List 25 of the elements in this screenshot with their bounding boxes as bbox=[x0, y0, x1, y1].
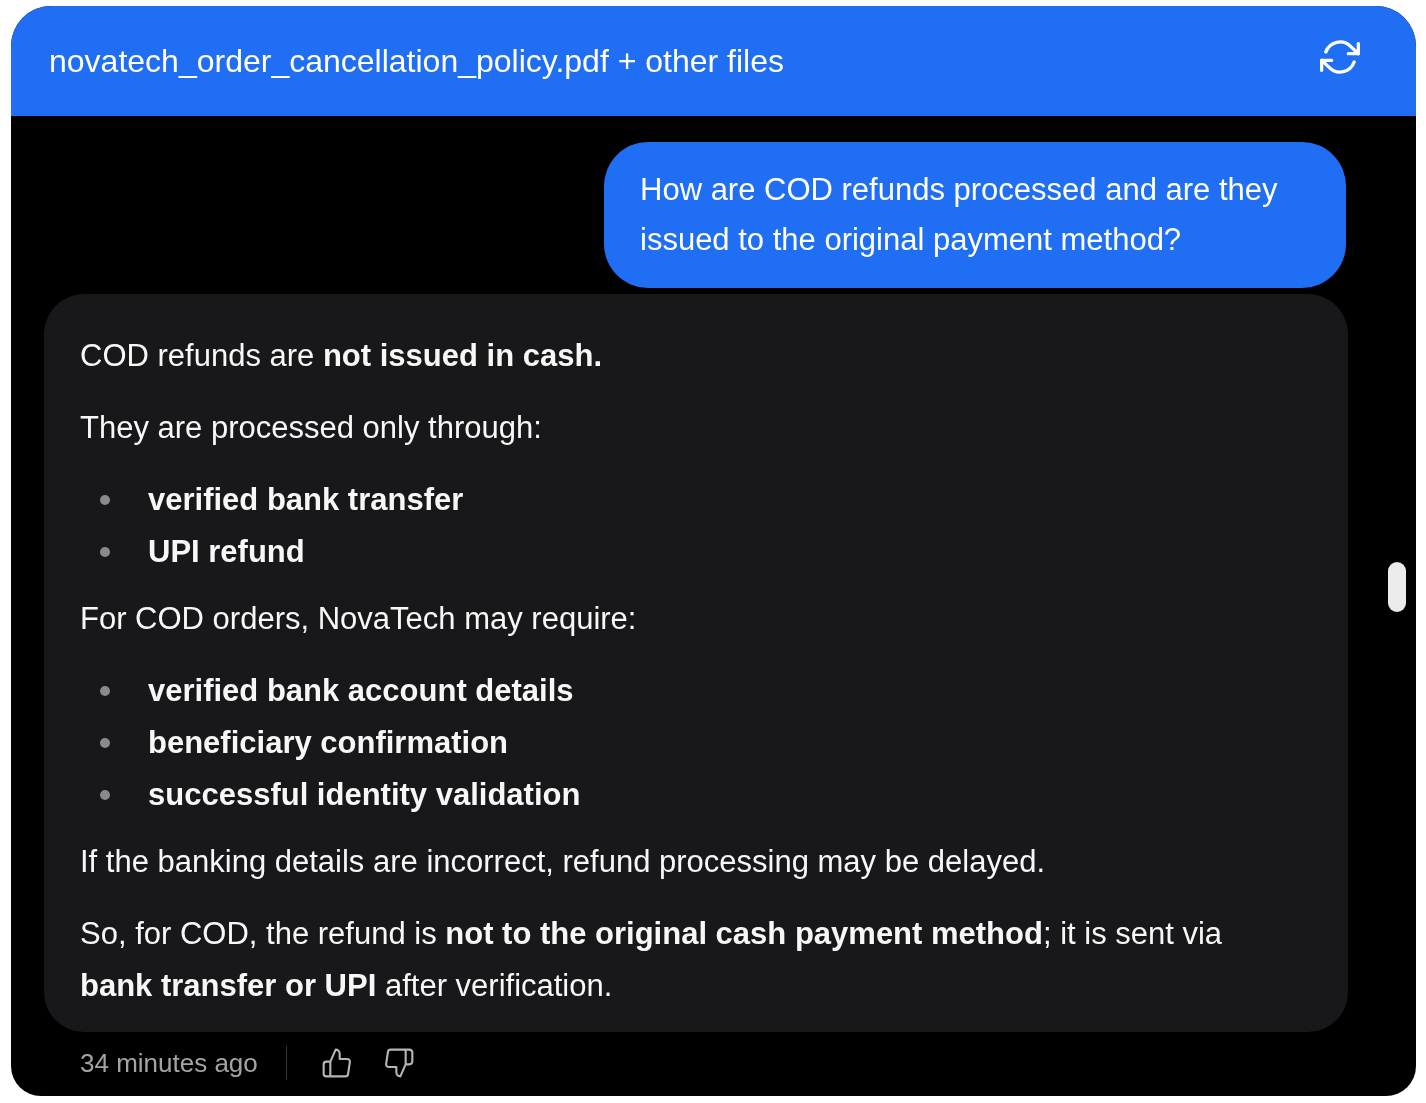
bullet-icon bbox=[100, 790, 110, 800]
bullet-icon bbox=[100, 547, 110, 557]
list-item-text: successful identity validation bbox=[148, 776, 581, 814]
refresh-icon bbox=[1320, 37, 1360, 77]
dislike-button[interactable] bbox=[382, 1047, 415, 1079]
refresh-button[interactable] bbox=[1320, 37, 1360, 77]
like-button[interactable] bbox=[320, 1047, 353, 1079]
bullet-icon bbox=[100, 495, 110, 505]
thumbs-up-icon bbox=[320, 1047, 353, 1079]
message-paragraph: So, for COD, the refund is not to the original cash payment method; it is sent via bank transfer or UPI after verification. bbox=[80, 915, 1224, 1005]
thumbs-down-icon bbox=[382, 1047, 415, 1079]
message-paragraph: For COD orders, NovaTech may require: bbox=[80, 600, 638, 638]
list-item-text: UPI refund bbox=[148, 533, 305, 571]
timestamp: 34 minutes ago bbox=[80, 1047, 258, 1080]
list-item-text: verified bank transfer bbox=[148, 481, 464, 519]
message-paragraph: COD refunds are not issued in cash. bbox=[80, 337, 603, 375]
list-item-text: beneficiary confirmation bbox=[148, 724, 509, 762]
scrollbar-thumb[interactable] bbox=[1388, 562, 1406, 612]
list-item-text: verified bank account details bbox=[148, 672, 574, 710]
bullet-icon bbox=[100, 686, 110, 696]
user-message-text: How are COD refunds processed and are they issued to the original payment method? bbox=[640, 171, 1279, 259]
bullet-icon bbox=[100, 738, 110, 748]
message-paragraph: They are processed only through: bbox=[80, 409, 543, 447]
file-title: novatech_order_cancellation_policy.pdf + other files bbox=[49, 42, 784, 81]
message-paragraph: If the banking details are incorrect, refund processing may be delayed. bbox=[80, 843, 1046, 881]
